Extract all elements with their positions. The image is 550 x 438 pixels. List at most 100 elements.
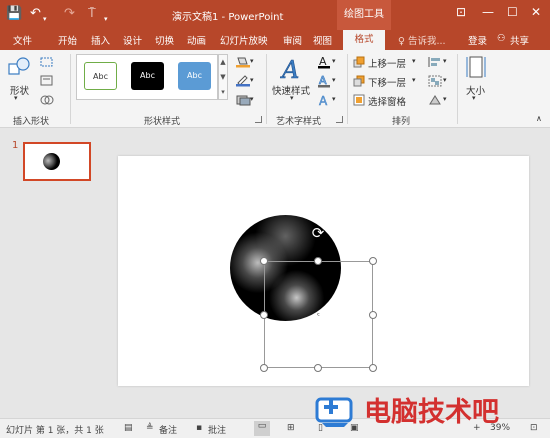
- size-icon[interactable]: [465, 55, 487, 79]
- redo-icon[interactable]: ↷: [64, 6, 75, 22]
- text-fill-icon[interactable]: A: [317, 55, 331, 69]
- arrange-group-label: 排列: [392, 117, 411, 127]
- slide-info: 幻灯片 第 1 张，共 1 张: [6, 426, 104, 436]
- tab-review[interactable]: 审阅: [283, 33, 302, 47]
- resize-handle-top-left[interactable]: [260, 257, 268, 265]
- save-icon[interactable]: 💾: [6, 6, 22, 22]
- watermark-logo-icon: [315, 397, 353, 427]
- tab-view[interactable]: 视图: [313, 33, 332, 47]
- tab-file[interactable]: 文件: [13, 33, 32, 47]
- resize-handle-left[interactable]: [260, 311, 268, 319]
- normal-view-icon[interactable]: ▭: [254, 421, 270, 436]
- close-icon[interactable]: ✕: [531, 5, 541, 19]
- bring-forward-button[interactable]: 上移一层: [368, 56, 406, 70]
- shape-outline-dropdown-icon[interactable]: ▾: [250, 76, 254, 84]
- text-effects-dropdown-icon[interactable]: ▾: [332, 95, 336, 103]
- tab-transitions[interactable]: 切换: [155, 33, 174, 47]
- group-divider: [457, 54, 458, 124]
- ribbon-tabs: 文件 开始 插入 设计 切换 动画 幻灯片放映 审阅 视图 登录 ⚇ 共享: [0, 30, 550, 50]
- login-link[interactable]: 登录: [468, 33, 487, 47]
- group-dropdown-icon[interactable]: ▾: [443, 76, 447, 84]
- rotation-handle-icon[interactable]: ⟳: [309, 224, 327, 242]
- send-backward-icon[interactable]: [353, 75, 365, 87]
- maximize-icon[interactable]: ☐: [507, 5, 518, 19]
- align-icon[interactable]: [428, 56, 442, 68]
- resize-handle-bottom-left[interactable]: [260, 364, 268, 372]
- selection-pane-button[interactable]: 选择窗格: [368, 94, 406, 108]
- shape-style-preset-white[interactable]: Abc: [84, 62, 117, 90]
- undo-dropdown-icon[interactable]: ▾: [43, 11, 47, 27]
- tab-animations[interactable]: 动画: [187, 33, 206, 47]
- bring-forward-dropdown-icon[interactable]: ▾: [412, 57, 416, 65]
- wordart-styles-launcher-icon[interactable]: [336, 116, 343, 123]
- text-outline-dropdown-icon[interactable]: ▾: [332, 76, 336, 84]
- align-dropdown-icon[interactable]: ▾: [443, 57, 447, 65]
- shape-styles-launcher-icon[interactable]: [255, 116, 262, 123]
- tab-format[interactable]: 格式: [343, 30, 385, 50]
- merge-shapes-icon[interactable]: [40, 94, 54, 106]
- resize-handle-bottom[interactable]: [314, 364, 322, 372]
- more-styles-icon[interactable]: ▾: [219, 85, 227, 99]
- notes-icon: ≜: [146, 423, 154, 433]
- chevron-down-icon[interactable]: ▼: [219, 70, 227, 85]
- gallery-scroll[interactable]: ▲ ▼ ▾: [218, 54, 228, 100]
- resize-handle-bottom-right[interactable]: [369, 364, 377, 372]
- tab-home[interactable]: 开始: [58, 33, 77, 47]
- tab-design[interactable]: 设计: [123, 33, 142, 47]
- collapse-ribbon-icon[interactable]: ∧: [536, 114, 542, 123]
- spellcheck-icon[interactable]: ▤: [124, 423, 133, 433]
- wordart-styles-group-label: 艺术字样式: [276, 117, 322, 127]
- chevron-up-icon[interactable]: ▲: [219, 55, 227, 70]
- tab-slideshow[interactable]: 幻灯片放映: [220, 33, 268, 47]
- ribbon-display-options-icon[interactable]: ⊡: [456, 5, 466, 19]
- group-divider: [70, 54, 71, 124]
- size-dropdown-icon[interactable]: ▾: [472, 94, 476, 102]
- notes-button[interactable]: 备注: [159, 423, 177, 436]
- slide-number: 1: [12, 140, 19, 151]
- window-title: 演示文稿1 - PowerPoint: [172, 12, 284, 23]
- shape-effects-dropdown-icon[interactable]: ▾: [250, 95, 254, 103]
- comments-button[interactable]: 批注: [208, 423, 226, 436]
- undo-icon[interactable]: ↶: [30, 6, 41, 22]
- send-backward-dropdown-icon[interactable]: ▾: [412, 76, 416, 84]
- minimize-icon[interactable]: —: [482, 5, 494, 19]
- shape-style-preset-blue[interactable]: Abc: [178, 62, 211, 90]
- thumbnail-circle: [43, 153, 60, 170]
- shapes-icon[interactable]: [8, 56, 32, 78]
- send-backward-button[interactable]: 下移一层: [368, 75, 406, 89]
- drawing-tools-context-title: 绘图工具: [337, 0, 391, 30]
- shapes-label[interactable]: 形状: [10, 83, 29, 97]
- shape-fill-dropdown-icon[interactable]: ▾: [250, 57, 254, 65]
- tab-insert[interactable]: 插入: [91, 33, 110, 47]
- text-effects-icon[interactable]: A: [317, 93, 331, 107]
- customize-dropdown-icon[interactable]: ▾: [104, 11, 108, 27]
- selection-pane-icon[interactable]: [353, 94, 365, 106]
- quick-styles-dropdown-icon[interactable]: ▾: [290, 94, 294, 102]
- insert-shapes-group-label: 插入形状: [13, 117, 50, 127]
- group-objects-icon[interactable]: [428, 75, 442, 87]
- text-outline-icon[interactable]: A: [317, 74, 331, 88]
- user-icon: ⚇: [497, 33, 506, 44]
- shapes-dropdown-icon[interactable]: ▾: [14, 94, 18, 102]
- slide-sorter-icon[interactable]: ⊞: [287, 423, 295, 433]
- share-button[interactable]: 共享: [510, 33, 529, 47]
- resize-handle-top-right[interactable]: [369, 257, 377, 265]
- resize-handle-right[interactable]: [369, 311, 377, 319]
- watermark-text: 电脑技术吧: [364, 397, 499, 428]
- lightbulb-icon: ♀: [398, 36, 408, 47]
- text-box-icon[interactable]: [40, 75, 54, 87]
- shape-style-preset-black[interactable]: Abc: [131, 62, 164, 90]
- text-fill-dropdown-icon[interactable]: ▾: [332, 57, 336, 65]
- resize-handle-top[interactable]: [314, 257, 322, 265]
- rotate-dropdown-icon[interactable]: ▾: [443, 95, 447, 103]
- svg-text:A: A: [280, 56, 299, 82]
- fit-to-window-icon[interactable]: ⊡: [530, 423, 538, 433]
- slide-thumbnail[interactable]: [23, 142, 91, 181]
- tell-me-search[interactable]: ♀ 告诉我...: [398, 33, 446, 47]
- rotate-icon[interactable]: [428, 94, 442, 106]
- bring-forward-icon[interactable]: [353, 56, 365, 68]
- wordart-quick-styles-icon[interactable]: A: [280, 56, 306, 82]
- title-bar: 💾 ↶ ▾ ↷ ⍑ ▾ 演示文稿1 - PowerPoint 绘图工具 ⊡ — …: [0, 0, 550, 30]
- customize-icon[interactable]: ⍑: [88, 6, 96, 22]
- edit-shape-icon[interactable]: [40, 56, 54, 68]
